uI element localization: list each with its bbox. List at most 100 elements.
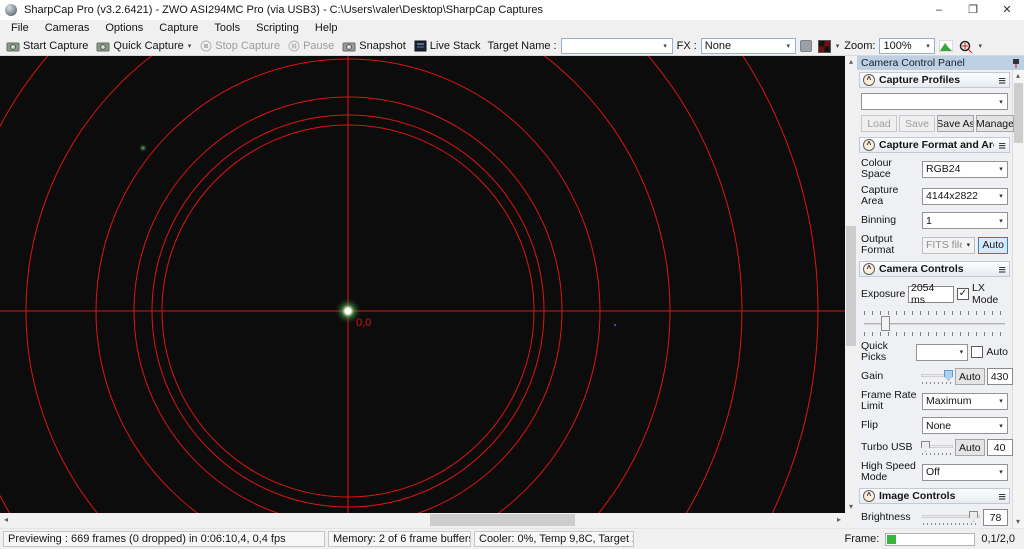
capture-profiles-header[interactable]: ^ Capture Profiles ≡ <box>859 72 1010 88</box>
turbo-usb-slider-thumb[interactable] <box>921 441 930 452</box>
exposure-auto-checkbox[interactable] <box>971 346 983 358</box>
capture-format-header[interactable]: ^ Capture Format and Area ≡ <box>859 137 1010 153</box>
image-vertical-scrollbar[interactable]: ▴ ▾ <box>845 56 857 513</box>
profile-select-row: ▾ <box>861 93 1008 110</box>
target-name-combo[interactable]: ▾ <box>561 38 673 54</box>
image-controls-header[interactable]: ^ Image Controls ≡ <box>859 488 1010 504</box>
quick-picks-combo[interactable]: ▾ <box>916 344 968 361</box>
binning-row: Binning 1 ▾ <box>861 212 1008 229</box>
chevron-down-icon[interactable]: ▾ <box>835 42 841 50</box>
menu-cameras[interactable]: Cameras <box>37 20 98 37</box>
scroll-down-icon[interactable]: ▾ <box>1012 516 1024 528</box>
section-menu-icon[interactable]: ≡ <box>998 263 1006 276</box>
high-speed-combo[interactable]: Off ▾ <box>922 464 1008 481</box>
chevron-down-icon[interactable]: ▾ <box>187 42 193 50</box>
profile-combo[interactable]: ▾ <box>861 93 1008 110</box>
snapshot-button[interactable]: Snapshot <box>339 38 408 55</box>
image-viewport: 0,0 <box>0 56 845 513</box>
collapse-icon[interactable]: ^ <box>863 263 875 275</box>
chevron-down-icon[interactable]: ▾ <box>977 42 983 50</box>
brightness-slider-thumb[interactable] <box>969 511 978 522</box>
turbo-usb-auto-button[interactable]: Auto <box>955 439 985 456</box>
scroll-up-icon[interactable]: ▴ <box>1012 70 1024 82</box>
flip-combo[interactable]: None ▾ <box>922 417 1008 434</box>
panel-scrollbar[interactable]: ▴ ▾ <box>1012 70 1024 528</box>
gain-input[interactable]: 430 <box>987 368 1013 385</box>
capture-area-label: Capture Area <box>861 185 919 207</box>
turbo-usb-slider[interactable] <box>921 440 953 455</box>
gain-slider-thumb[interactable] <box>944 370 953 381</box>
load-button: Load <box>861 115 897 132</box>
menu-options[interactable]: Options <box>97 20 151 37</box>
section-menu-icon[interactable]: ≡ <box>998 139 1006 152</box>
panel-scroll-thumb[interactable] <box>1014 83 1023 143</box>
scroll-right-icon[interactable]: ▸ <box>833 514 845 526</box>
section-menu-icon[interactable]: ≡ <box>998 74 1006 87</box>
status-cooler: Cooler: 0%, Temp 9,8C, Target 22,0C <box>474 531 634 547</box>
flip-row: Flip None ▾ <box>861 417 1008 434</box>
output-format-auto-button[interactable]: Auto <box>978 237 1008 254</box>
gain-auto-button[interactable]: Auto <box>955 368 985 385</box>
reticle-button[interactable] <box>957 38 975 55</box>
scroll-left-icon[interactable]: ◂ <box>0 514 12 526</box>
output-format-value: FITS file... <box>923 239 962 251</box>
dark-frame-icon <box>818 40 831 53</box>
gain-slider[interactable] <box>921 369 953 384</box>
scroll-down-icon[interactable]: ▾ <box>845 501 857 513</box>
section-title: Image Controls <box>879 490 994 502</box>
chevron-down-icon: ▾ <box>995 397 1007 405</box>
star-core <box>345 308 351 314</box>
panel-header: Camera Control Panel <box>857 56 1024 70</box>
live-stack-button[interactable]: Live Stack <box>411 38 484 55</box>
flip-value: None <box>923 420 995 432</box>
image-horizontal-scrollbar[interactable]: ◂ ▸ <box>0 513 845 527</box>
exposure-slider-thumb[interactable] <box>881 316 890 331</box>
brightness-input[interactable]: 78 <box>983 509 1008 526</box>
collapse-icon[interactable]: ^ <box>863 490 875 502</box>
menu-file[interactable]: File <box>3 20 37 37</box>
exposure-slider[interactable] <box>862 311 1007 336</box>
collapse-icon[interactable]: ^ <box>863 74 875 86</box>
pin-icon[interactable] <box>1012 58 1020 69</box>
zoom-combo[interactable]: 100% ▾ <box>879 38 935 54</box>
menu-help[interactable]: Help <box>307 20 346 37</box>
quick-capture-button[interactable]: Quick Capture ▾ <box>93 38 195 55</box>
chevron-down-icon: ▾ <box>921 42 934 50</box>
collapse-icon[interactable]: ^ <box>863 139 875 151</box>
dark-frame-button[interactable] <box>816 38 833 55</box>
vertical-scroll-thumb[interactable] <box>846 226 856 346</box>
output-format-label: Output Format <box>861 234 919 256</box>
save-as-button[interactable]: Save As <box>937 115 974 132</box>
turbo-usb-input[interactable]: 40 <box>987 439 1013 456</box>
gain-label: Gain <box>861 371 919 382</box>
section-title: Capture Profiles <box>879 74 994 86</box>
scrollbar-corner <box>845 513 857 527</box>
menu-capture[interactable]: Capture <box>151 20 206 37</box>
capture-area-combo[interactable]: 4144x2822 ▾ <box>922 188 1008 205</box>
brightness-slider[interactable] <box>922 510 980 525</box>
menu-scripting[interactable]: Scripting <box>248 20 307 37</box>
turbo-usb-label: Turbo USB <box>861 442 919 453</box>
chevron-down-icon: ▾ <box>995 468 1007 476</box>
menu-tools[interactable]: Tools <box>206 20 248 37</box>
horizontal-scroll-thumb[interactable] <box>430 514 575 526</box>
histogram-button[interactable] <box>937 38 955 55</box>
section-menu-icon[interactable]: ≡ <box>998 490 1006 503</box>
exposure-input[interactable]: 2054 ms <box>908 286 954 303</box>
scroll-up-icon[interactable]: ▴ <box>845 56 857 68</box>
pause-button: Pause <box>285 38 337 55</box>
start-capture-button[interactable]: Start Capture <box>3 38 91 55</box>
close-button[interactable]: ✕ <box>990 0 1024 20</box>
binning-combo[interactable]: 1 ▾ <box>922 212 1008 229</box>
colour-space-combo[interactable]: RGB24 ▾ <box>922 161 1008 178</box>
pause-icon <box>288 40 300 52</box>
manage-button[interactable]: Manage <box>976 115 1014 132</box>
minimize-button[interactable]: – <box>922 0 956 20</box>
lx-mode-checkbox[interactable]: ✓ <box>957 288 969 300</box>
fx-combo[interactable]: None ▾ <box>701 38 796 54</box>
camera-controls-header[interactable]: ^ Camera Controls ≡ <box>859 261 1010 277</box>
camera-control-panel: Camera Control Panel ▴ ▾ ^ Capture Profi… <box>857 56 1024 528</box>
frame-rate-combo[interactable]: Maximum ▾ <box>922 393 1008 410</box>
restore-button[interactable]: ❐ <box>956 0 990 20</box>
selection-area-button[interactable] <box>798 38 814 55</box>
